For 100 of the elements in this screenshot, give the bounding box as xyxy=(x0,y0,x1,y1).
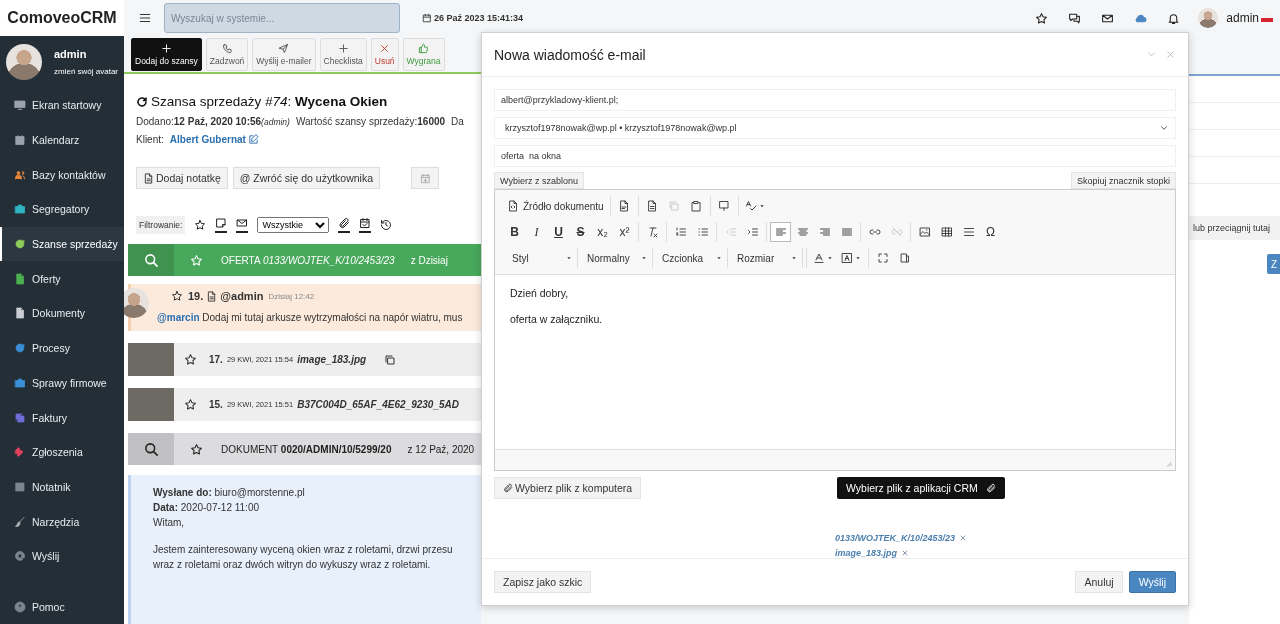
toolbar-button[interactable]: Wyślij e-mailer xyxy=(252,38,316,71)
add-note-button[interactable]: Dodaj notatkę xyxy=(136,167,228,189)
save-draft-button[interactable]: Zapisz jako szkic xyxy=(494,571,592,593)
paperclip-icon xyxy=(503,483,513,493)
sidebar-item[interactable]: Oferty xyxy=(0,261,124,297)
change-avatar-link[interactable]: zmień swój avatar xyxy=(54,67,119,76)
history-icon[interactable] xyxy=(380,219,393,231)
toolbar-button[interactable]: Usuń xyxy=(370,38,399,71)
email-text: Wysłane do: biuro@morstenne.pl xyxy=(153,487,306,499)
message-text[interactable]: oferta w załączniku. xyxy=(510,313,1160,325)
cancel-button[interactable]: Anuluj xyxy=(1075,571,1123,593)
search-button[interactable] xyxy=(128,433,174,465)
sidebar-item[interactable]: Faktury xyxy=(0,400,124,435)
editor-button[interactable]: B xyxy=(504,222,525,242)
calendar-check-icon[interactable] xyxy=(359,217,372,233)
phone-icon xyxy=(221,43,233,54)
sidebar-item[interactable]: Kalendarz xyxy=(0,122,124,158)
align-justify-icon xyxy=(840,226,853,238)
editor-button[interactable]: Ω xyxy=(980,222,1001,242)
star-icon[interactable] xyxy=(184,353,197,366)
star-icon[interactable] xyxy=(184,398,197,411)
feed-title[interactable]: DOKUMENT 0020/ADMIN/10/5299/20 xyxy=(221,443,392,455)
x-mark-icon xyxy=(379,43,391,54)
feed-date: z 12 Paź, 2020 xyxy=(407,443,475,455)
toolbar-button[interactable]: Dodaj do szansy xyxy=(131,38,202,71)
subject-field[interactable]: oferta na okna xyxy=(494,145,1176,167)
x-mark-icon[interactable] xyxy=(901,549,910,557)
star-icon[interactable] xyxy=(171,290,183,302)
sidebar-item[interactable]: Ekran startowy xyxy=(0,88,124,123)
toolbar-button[interactable]: Zadzwoń xyxy=(205,38,249,71)
star-icon[interactable] xyxy=(1035,11,1049,25)
date-time: 26 Paź 2023 15:41:34 xyxy=(434,13,524,23)
editor-button[interactable]: S xyxy=(570,222,591,242)
expand-icon xyxy=(876,252,889,264)
copy-footer-button[interactable]: Skopiuj znacznik stopki xyxy=(1070,172,1176,189)
editor-button[interactable]: Źródło dokumentu xyxy=(504,196,607,216)
editor-dropdown[interactable]: Czcionka xyxy=(654,248,728,268)
file-name[interactable]: image_183.jpg xyxy=(297,354,367,365)
avatar[interactable] xyxy=(6,44,42,80)
sidebar-item[interactable]: Zgłoszenia xyxy=(0,434,124,470)
drop-zone[interactable]: lub przeciągnij tutaj xyxy=(1189,216,1280,240)
dialog-title: Nowa wiadomość e-mail xyxy=(494,46,646,63)
sidebar-item[interactable]: Narzędzia xyxy=(0,504,124,539)
document-icon xyxy=(206,290,218,302)
attach-file-button[interactable]: Wybierz plik z komputera xyxy=(494,477,642,499)
recipient-field[interactable]: albert@przykladowy-klient.pl; xyxy=(494,89,1176,111)
send-button[interactable]: Wyślij xyxy=(1128,571,1176,593)
avatar xyxy=(124,288,149,318)
caret-down-icon xyxy=(565,254,573,262)
toolbar-button[interactable]: Checklista xyxy=(319,38,367,71)
sender-select[interactable]: krzysztof1978nowak@wp.pl • krzysztof1978nowak@wp.pl xyxy=(494,117,1176,139)
star-icon[interactable] xyxy=(194,219,207,231)
sidebar-item[interactable]: Sprawy firmowe xyxy=(0,365,124,401)
mail-icon[interactable] xyxy=(236,217,249,233)
editor-dropdown[interactable]: Normalny xyxy=(579,248,653,268)
search-button[interactable] xyxy=(128,244,174,276)
editor-button[interactable]: U xyxy=(548,222,569,242)
caret-down-icon xyxy=(826,254,834,262)
x-mark-icon[interactable] xyxy=(959,534,968,542)
star-icon[interactable] xyxy=(190,442,203,456)
paperclip-icon[interactable] xyxy=(338,217,351,233)
client-link[interactable]: Albert Gubernat xyxy=(169,134,246,145)
editor-button[interactable]: x² xyxy=(614,222,635,242)
align-right-icon xyxy=(818,226,831,238)
chat-icon[interactable] xyxy=(1068,11,1082,25)
editor-dropdown[interactable]: Styl xyxy=(504,248,578,268)
sidebar-item[interactable]: Dokumenty xyxy=(0,296,124,331)
editor-button[interactable]: I xyxy=(526,222,547,242)
copy-icon[interactable] xyxy=(384,353,397,366)
sticky-note-icon[interactable] xyxy=(215,217,228,233)
editor-dropdown[interactable]: Rozmiar xyxy=(729,248,803,268)
app-logo[interactable]: ComoveoCRM xyxy=(0,0,124,36)
banner-icon xyxy=(718,200,731,212)
message-text[interactable]: Dzień dobry, xyxy=(510,287,1160,299)
sidebar-item[interactable]: Bazy kontaktów xyxy=(0,157,124,193)
sidebar-item[interactable]: Wyślij xyxy=(0,538,124,574)
filter-label: Filtrowanie: xyxy=(136,216,186,234)
bell-icon[interactable] xyxy=(1167,11,1181,25)
filter-select[interactable]: Wszystkie xyxy=(257,217,330,233)
template-button[interactable]: Wybierz z szablonu xyxy=(494,172,584,189)
mention-user-button[interactable]: @ Zwróć się do użytkownika xyxy=(232,167,380,189)
editor-button[interactable]: x₂ xyxy=(592,222,613,242)
sidebar-item[interactable]: Notatnik xyxy=(0,469,124,505)
attach-crm-file-button[interactable]: Wybierz plik z aplikacji CRM xyxy=(837,477,1005,499)
user-name[interactable]: admin xyxy=(1226,11,1259,25)
upload-button[interactable]: Z xyxy=(1267,254,1280,274)
sidebar-item[interactable]: Pomoc xyxy=(0,589,124,624)
file-name[interactable]: B37C004D_65AF_4E62_9230_5AD xyxy=(297,399,459,410)
blocks-icon xyxy=(898,252,911,264)
search-field[interactable]: Wyszukaj w systemie... xyxy=(164,3,400,33)
sidebar-item[interactable]: Szanse sprzedaży xyxy=(0,226,124,262)
code-file-icon xyxy=(507,200,519,212)
sidebar-item[interactable]: Segregatory xyxy=(0,192,124,227)
attachment-link[interactable]: image_183.jpg xyxy=(835,548,898,558)
mention-link[interactable]: @marcin xyxy=(157,312,200,323)
menu-icon[interactable] xyxy=(138,11,152,25)
sidebar-item[interactable]: Procesy xyxy=(0,330,124,366)
attachment-link[interactable]: 0133/WOJTEK_K/10/2453/23 xyxy=(835,533,956,543)
image-icon xyxy=(918,226,931,238)
meta-text: Dodano:12 Paź, 2020 10:56(admin) xyxy=(136,116,290,127)
